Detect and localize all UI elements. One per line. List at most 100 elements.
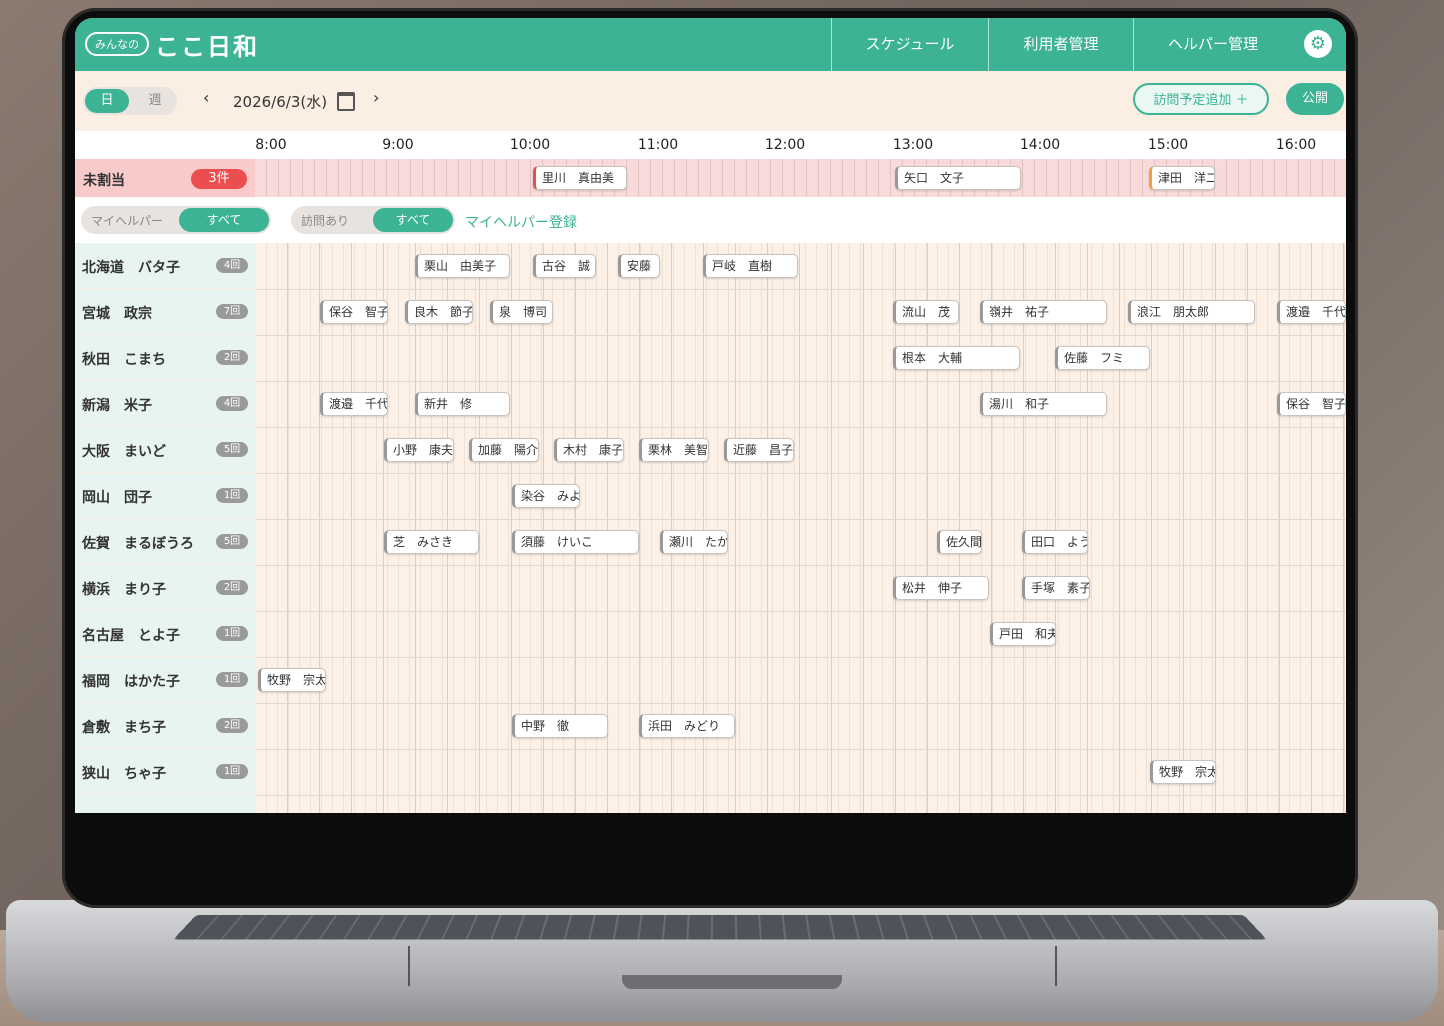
visit-chip[interactable]: 芝 みさき — [384, 530, 479, 554]
unassigned-visit-chip[interactable]: 矢口 文子 — [895, 166, 1021, 190]
visit-chip[interactable]: 湯川 和子 — [980, 392, 1107, 416]
visit-count-badge: 2回 — [216, 580, 248, 595]
visit-chip[interactable]: 根本 大輔 — [893, 346, 1020, 370]
my-helper-all-toggle[interactable]: すべて — [179, 208, 269, 232]
user-label[interactable]: 倉敷 まち子 2回 — [75, 703, 256, 748]
visit-count-badge: 4回 — [216, 396, 248, 411]
user-label[interactable]: 佐賀 まるぼうろ 5回 — [75, 519, 256, 564]
add-visit-button[interactable]: 訪問予定追加 ＋ — [1133, 83, 1269, 115]
user-label[interactable]: 北海道 バタ子 4回 — [75, 243, 256, 288]
visit-chip[interactable]: 牧野 宗太 — [258, 668, 326, 692]
visit-chip[interactable]: 渡邉 千代 — [1277, 300, 1346, 324]
visit-chip[interactable]: 松井 伸子 — [893, 576, 989, 600]
visit-chip[interactable]: 須藤 けいこ — [512, 530, 639, 554]
toolbar: 日 週 ‹ 2026/6/3(水) › 訪問予定追加 ＋ 公開 — [75, 71, 1346, 131]
week-view-button[interactable]: 週 — [135, 89, 175, 113]
visit-filter: 訪問あり すべて — [291, 206, 455, 234]
visit-chip[interactable]: 戸岐 直樹 — [703, 254, 798, 278]
user-label — [75, 795, 256, 813]
visit-count-badge: 2回 — [216, 718, 248, 733]
visit-chip[interactable]: 嶺井 祐子 — [980, 300, 1107, 324]
user-label[interactable]: 新潟 米子 4回 — [75, 381, 256, 426]
day-view-button[interactable]: 日 — [85, 89, 129, 113]
user-label[interactable]: 大阪 まいど 5回 — [75, 427, 256, 472]
prev-date-icon[interactable]: ‹ — [203, 88, 209, 107]
my-helper-filter: マイヘルパー すべて — [81, 206, 271, 234]
visit-chip[interactable]: 流山 茂 — [893, 300, 959, 324]
user-name: 岡山 団子 — [82, 490, 152, 506]
visit-chip[interactable]: 佐藤 フミ — [1055, 346, 1150, 370]
user-label[interactable]: 福岡 はかた子 1回 — [75, 657, 256, 702]
user-row: 北海道 バタ子 4回 栗山 由美子 古谷 誠 安藤 i 戸岐 直樹 — [75, 243, 1346, 290]
user-name: 倉敷 まち子 — [82, 720, 166, 736]
visit-chip[interactable]: 栗林 美智 — [639, 438, 709, 462]
unassigned-visit-chip[interactable]: 里川 真由美 — [533, 166, 627, 190]
nav-helpers[interactable]: ヘルパー管理 — [1133, 18, 1292, 71]
user-label[interactable]: 狭山 ちゃ子 1回 — [75, 749, 256, 794]
hour-label: 9:00 — [382, 137, 414, 153]
unassigned-visit-chip[interactable]: 津田 洋二 — [1149, 166, 1215, 190]
user-row: 佐賀 まるぼうろ 5回 芝 みさき 須藤 けいこ 瀬川 たか 佐久間 田口 よう — [75, 519, 1346, 566]
unassigned-title: 未割当 — [83, 173, 125, 189]
visit-chip[interactable]: 田口 よう — [1022, 530, 1088, 554]
user-label[interactable]: 秋田 こまち 2回 — [75, 335, 256, 380]
app-logo[interactable]: みんなの ここ日和 — [85, 28, 259, 61]
nav-schedule[interactable]: スケジュール — [831, 18, 988, 71]
visit-chip[interactable]: 古谷 誠 — [533, 254, 596, 278]
user-label[interactable]: 岡山 団子 1回 — [75, 473, 256, 518]
visit-count-badge: 4回 — [216, 258, 248, 273]
visit-chip[interactable]: 浜田 みどり — [639, 714, 735, 738]
user-label[interactable]: 宮城 政宗 7回 — [75, 289, 256, 334]
hour-label: 12:00 — [764, 137, 806, 153]
visit-chip[interactable]: 近藤 昌子 — [724, 438, 794, 462]
user-name: 宮城 政宗 — [82, 306, 152, 322]
visit-all-toggle[interactable]: すべて — [373, 208, 453, 232]
visit-count-badge: 7回 — [216, 304, 248, 319]
hour-label: 11:00 — [637, 137, 679, 153]
visit-chip[interactable]: 木村 康子 — [554, 438, 624, 462]
user-name: 北海道 バタ子 — [82, 260, 180, 276]
visit-count-badge: 1回 — [216, 672, 248, 687]
calendar-icon[interactable] — [337, 92, 355, 111]
visit-count-badge: 1回 — [216, 626, 248, 641]
visit-chip[interactable]: 泉 博司 — [490, 300, 553, 324]
publish-button[interactable]: 公開 — [1286, 83, 1344, 115]
user-row: 岡山 団子 1回 染谷 みよ — [75, 473, 1346, 520]
user-row: 横浜 まり子 2回 松井 伸子 手塚 素子 — [75, 565, 1346, 612]
visit-chip[interactable]: 手塚 素子 — [1022, 576, 1090, 600]
my-helper-register-link[interactable]: マイヘルパー登録 — [465, 212, 577, 232]
user-label[interactable]: 横浜 まり子 2回 — [75, 565, 256, 610]
hour-label: 10:00 — [509, 137, 551, 153]
visit-chip[interactable]: 渡邉 千代 — [320, 392, 388, 416]
visit-chip[interactable]: 浪江 朋太郎 — [1128, 300, 1255, 324]
visit-count-badge: 1回 — [216, 488, 248, 503]
visit-chip[interactable]: 加藤 陽介 — [469, 438, 539, 462]
keyboard — [173, 914, 1267, 940]
unassigned-header: 未割当 3件 — [75, 159, 255, 197]
next-date-icon[interactable]: › — [373, 88, 379, 107]
visit-chip[interactable]: 染谷 みよ — [512, 484, 580, 508]
visit-chip[interactable]: 瀬川 たか — [660, 530, 728, 554]
unassigned-row: 未割当 3件 里川 真由美 矢口 文子 津田 洋二 — [75, 159, 1346, 197]
visit-chip[interactable]: 栗山 由美子 — [415, 254, 510, 278]
visit-chip[interactable]: 佐久間 — [937, 530, 982, 554]
settings-gear-icon[interactable]: ⚙ — [1304, 30, 1332, 58]
user-row-partial — [75, 795, 1346, 813]
timeline-header: 8:00 9:00 10:00 11:00 12:00 13:00 14:00 … — [75, 131, 1346, 159]
visit-chip[interactable]: 保谷 智子 — [1277, 392, 1346, 416]
visit-chip[interactable]: 戸田 和夫 — [990, 622, 1056, 646]
user-name: 名古屋 とよ子 — [82, 628, 180, 644]
logo-badge: みんなの — [85, 32, 149, 56]
visit-chip[interactable]: 安藤 i — [618, 254, 660, 278]
user-label[interactable]: 名古屋 とよ子 1回 — [75, 611, 256, 656]
visit-chip[interactable]: 牧野 宗太 — [1150, 760, 1216, 784]
visit-chip[interactable]: 良木 節子 — [405, 300, 473, 324]
hour-label: 14:00 — [1019, 137, 1061, 153]
visit-chip[interactable]: 小野 康夫 — [384, 438, 454, 462]
user-name: 福岡 はかた子 — [82, 674, 180, 690]
visit-chip[interactable]: 中野 徹 — [512, 714, 608, 738]
visit-count-badge: 5回 — [216, 534, 248, 549]
visit-chip[interactable]: 保谷 智子 — [320, 300, 388, 324]
nav-users[interactable]: 利用者管理 — [988, 18, 1133, 71]
visit-chip[interactable]: 新井 修 — [415, 392, 510, 416]
